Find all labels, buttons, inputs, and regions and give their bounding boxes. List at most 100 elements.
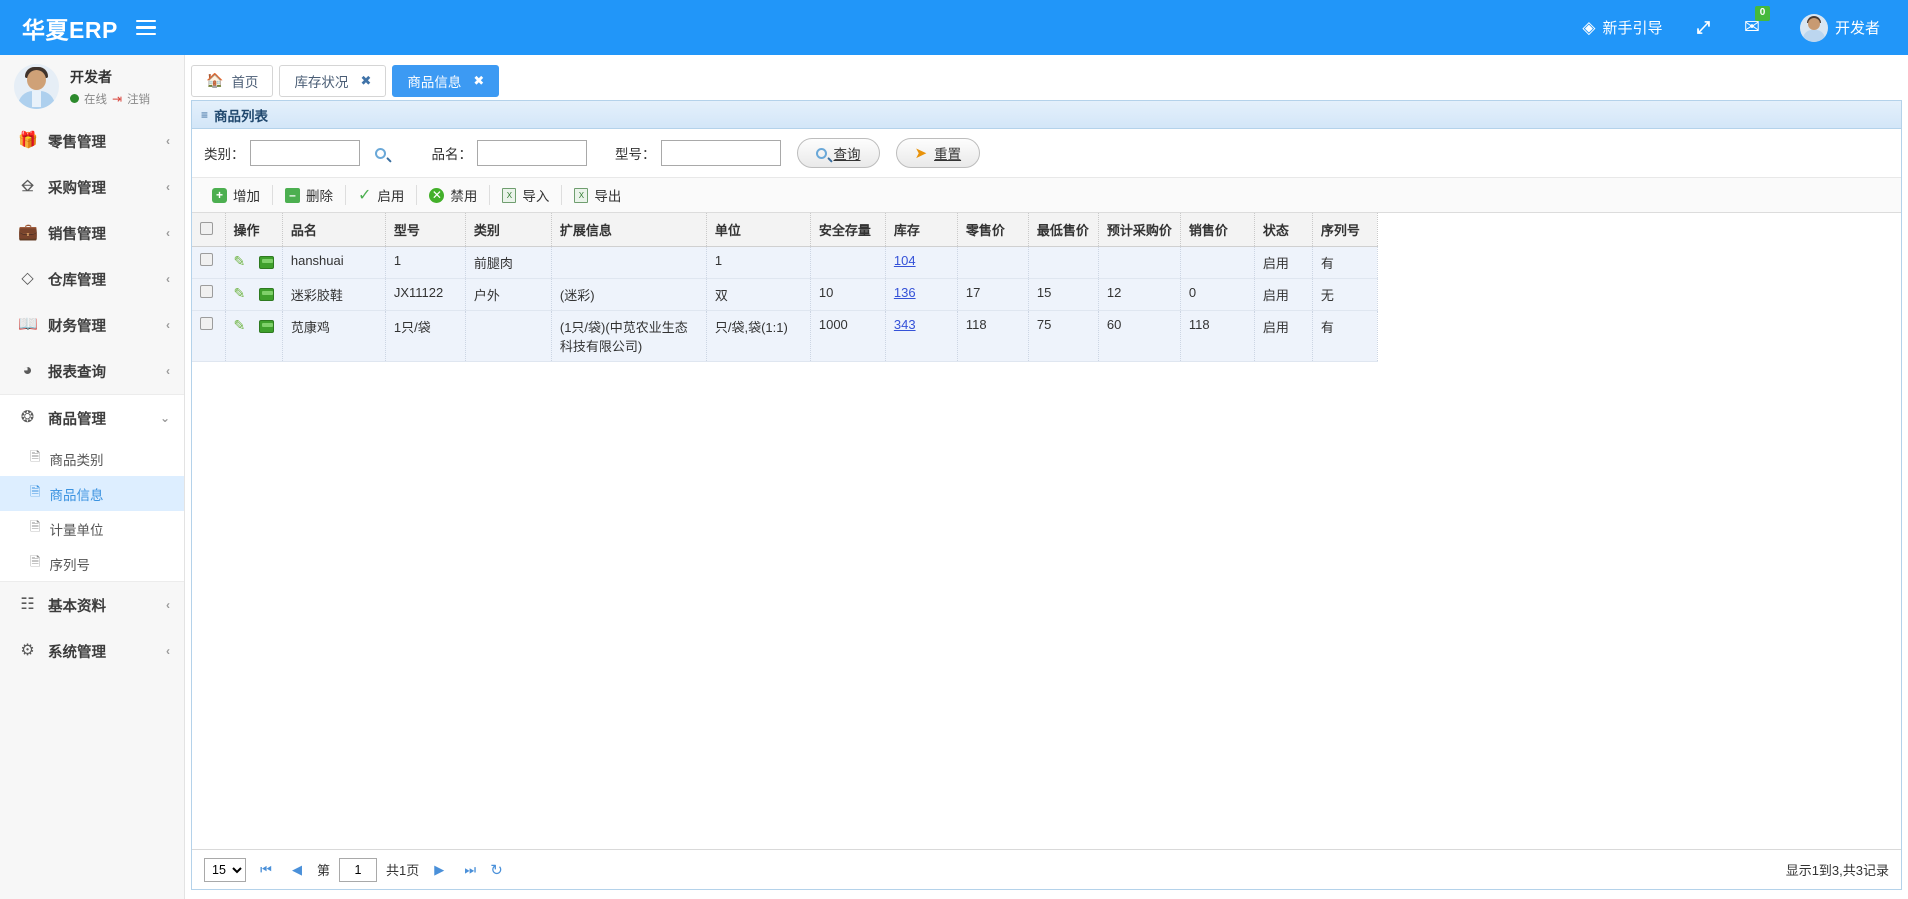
model-input[interactable] xyxy=(660,140,781,166)
sidebar-item-goods[interactable]: ❂ 商品管理 ⌄ xyxy=(0,395,184,441)
cell-purchase-price: 60 xyxy=(1098,310,1181,362)
sidebar-item-serial[interactable]: 🗎 序列号 xyxy=(0,546,184,581)
page-icon: 🗎 xyxy=(30,483,41,499)
edit-icon[interactable]: ✎ xyxy=(234,317,246,333)
messages-button[interactable]: ✉ 0 xyxy=(1744,6,1770,39)
page-number-input[interactable] xyxy=(339,857,378,882)
close-icon[interactable]: ✖ xyxy=(360,73,371,89)
page-size-select[interactable]: 15 xyxy=(204,857,246,882)
cell-min-price xyxy=(1028,246,1099,279)
chevron-left-icon: ‹ xyxy=(166,644,170,658)
last-page-icon[interactable]: ⏭ xyxy=(459,858,481,882)
grid-icon: ☷ xyxy=(20,596,35,613)
cell-unit: 1 xyxy=(706,246,811,279)
online-label: 在线 xyxy=(84,93,107,106)
cell-name: 迷彩胶鞋 xyxy=(282,278,386,311)
stock-link[interactable]: 104 xyxy=(894,253,916,268)
sidebar-item-finance[interactable]: 📖 财务管理 ‹ xyxy=(0,302,184,348)
sidebar-item-goods-info[interactable]: 🗎 商品信息 xyxy=(0,476,184,511)
col-model: 型号 xyxy=(385,213,466,247)
name-label: 品名： xyxy=(431,147,473,162)
search-button[interactable]: 查询 xyxy=(796,138,880,168)
tab-goods-info[interactable]: 商品信息 ✖ xyxy=(392,64,500,97)
enable-button[interactable]: ✓ 启用 xyxy=(346,182,416,208)
cell-retail-price: 118 xyxy=(957,310,1029,362)
stock-link[interactable]: 136 xyxy=(894,285,916,300)
sidebar-item-retail[interactable]: 🎁 零售管理 ‹ xyxy=(0,118,184,164)
minus-icon: – xyxy=(285,187,300,203)
page-icon: 🗎 xyxy=(30,518,41,534)
row-select-cell[interactable] xyxy=(192,278,226,311)
sidebar-item-purchase[interactable]: ⎒ 采购管理 ‹ xyxy=(0,164,184,210)
export-button[interactable]: X 导出 xyxy=(562,182,633,208)
row-select-cell[interactable] xyxy=(192,310,226,362)
guide-button[interactable]: ◈ 新手引导 xyxy=(1582,17,1662,38)
panel-header: ≡ 商品列表 xyxy=(192,101,1901,129)
logout-icon[interactable]: ⇥ xyxy=(112,92,122,106)
delete-button[interactable]: – 删除 xyxy=(273,182,345,208)
import-button[interactable]: X 导入 xyxy=(490,182,561,208)
category-input[interactable] xyxy=(249,140,360,166)
detail-icon[interactable] xyxy=(258,288,274,302)
name-input[interactable] xyxy=(477,140,587,166)
detail-icon[interactable] xyxy=(258,320,274,334)
cell-stock: 136 xyxy=(885,278,958,311)
table-row: ✎ hanshuai 1 前腿肉 1 104 启用 有 xyxy=(192,246,1378,279)
chevron-left-icon: ‹ xyxy=(166,272,170,286)
sidebar-item-sales[interactable]: 💼 销售管理 ‹ xyxy=(0,210,184,256)
fullscreen-button[interactable]: ⤢ xyxy=(1696,18,1710,38)
tab-stock-status[interactable]: 库存状况 ✖ xyxy=(279,64,387,97)
edit-icon[interactable]: ✎ xyxy=(234,285,246,301)
row-select-cell[interactable] xyxy=(192,246,226,279)
gear-icon: ⚙ xyxy=(20,642,35,659)
stock-link[interactable]: 343 xyxy=(894,317,916,332)
select-all-header[interactable] xyxy=(192,213,226,247)
close-icon[interactable]: ✖ xyxy=(473,73,484,89)
page-prefix-label: 第 xyxy=(317,863,331,878)
detail-icon[interactable] xyxy=(258,256,274,270)
page-total-label: 共1页 xyxy=(386,863,420,878)
sidebar-item-goods-category[interactable]: 🗎 商品类别 xyxy=(0,441,184,476)
page-icon: 🗎 xyxy=(30,553,41,569)
tab-home[interactable]: 🏠 首页 xyxy=(191,64,274,97)
first-page-icon[interactable]: ⏮ xyxy=(255,858,277,882)
hamburger-icon[interactable] xyxy=(135,16,156,40)
next-page-icon[interactable]: ▶ xyxy=(428,858,450,882)
row-checkbox[interactable] xyxy=(200,285,213,298)
cell-purchase-price xyxy=(1098,246,1181,279)
sidebar-item-system[interactable]: ⚙ 系统管理 ‹ xyxy=(0,628,184,674)
top-bar: 华夏ERP ◈ 新手引导 ⤢ ✉ 0 开发者 xyxy=(0,0,1908,55)
cell-status: 启用 xyxy=(1254,310,1313,362)
user-menu[interactable]: 开发者 xyxy=(1799,13,1880,42)
expand-icon: ⤢ xyxy=(1696,17,1711,37)
sidebar-item-basic-data[interactable]: ☷ 基本资料 ‹ xyxy=(0,582,184,628)
refresh-icon[interactable]: ↻ xyxy=(490,861,503,879)
row-checkbox[interactable] xyxy=(200,317,213,330)
category-label: 类别： xyxy=(204,147,245,162)
category-picker-button[interactable] xyxy=(368,140,394,166)
cell-category xyxy=(465,310,552,362)
add-button[interactable]: + 增加 xyxy=(200,182,272,208)
disable-button[interactable]: ✕ 禁用 xyxy=(417,182,489,208)
row-operations: ✎ xyxy=(225,310,283,362)
cell-retail-price xyxy=(957,246,1029,279)
sidebar-item-warehouse[interactable]: ◇ 仓库管理 ‹ xyxy=(0,256,184,302)
select-all-checkbox[interactable] xyxy=(200,221,213,235)
sidebar-subitem-label: 商品信息 xyxy=(49,487,104,503)
edit-icon[interactable]: ✎ xyxy=(234,253,246,269)
reset-button[interactable]: ➤ 重置 xyxy=(895,138,981,168)
import-button-label: 导入 xyxy=(522,189,550,204)
goods-table: 操作 品名 型号 类别 扩展信息 单位 安全存量 库存 零售价 最低售价 预计采… xyxy=(192,213,1378,362)
search-icon xyxy=(813,145,829,161)
sidebar-item-unit[interactable]: 🗎 计量单位 xyxy=(0,511,184,546)
sidebar-item-reports[interactable]: ◕ 报表查询 ‹ xyxy=(0,348,184,394)
row-checkbox[interactable] xyxy=(200,253,213,266)
logout-label[interactable]: 注销 xyxy=(127,91,150,107)
prev-page-icon[interactable]: ◀ xyxy=(286,858,308,882)
cell-model: 1 xyxy=(385,246,466,279)
cell-safe-stock xyxy=(810,246,886,279)
sidebar-subitem-label: 序列号 xyxy=(49,557,90,573)
chevron-left-icon: ‹ xyxy=(166,318,170,332)
col-safe-stock: 安全存量 xyxy=(810,213,886,247)
goods-list-panel: ≡ 商品列表 类别： 品名： 型号： 查询 ➤ 重置 + 增加 – 删除 ✓ 启… xyxy=(191,100,1902,890)
